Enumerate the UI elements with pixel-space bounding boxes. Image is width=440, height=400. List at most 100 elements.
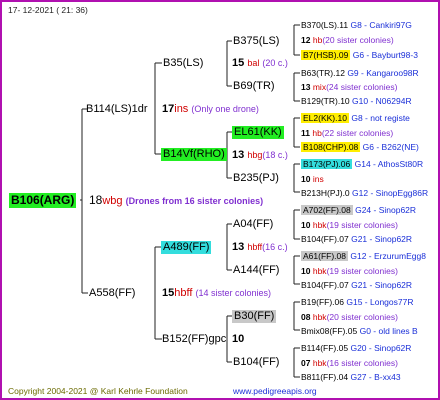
gen3-b30-queen: B30(FF)	[232, 310, 277, 323]
dam-mating-note: (14 sister colonies)	[195, 288, 271, 298]
gen4-mating-row: 12 hb(20 sister colonies)	[301, 34, 394, 47]
gen4-drone-count: 07	[301, 358, 311, 368]
gen4-pedigree-ref: G6 - B262(NE)	[362, 142, 419, 152]
gen4-queen-row: B213H(PJ).0 G12 - SinopEgg86R	[301, 187, 428, 200]
gen2-b14-drone-count: 13	[232, 149, 245, 161]
gen4-mating-note: (20 sister colonies)	[322, 35, 394, 45]
gen4-queen-id: B19(FF).06	[301, 297, 344, 307]
gen4-queen-row: B104(FF).07 G21 - Sinop62R	[301, 233, 412, 246]
gen4-drone-count: 10	[301, 174, 311, 184]
website-link[interactable]: www.pedigreeapis.org	[233, 385, 317, 398]
gen4-pedigree-ref: G10 - N06294R	[352, 96, 412, 106]
gen2-b35-code: bal	[247, 58, 260, 68]
gen4-queen-id: B114(FF).05	[301, 343, 349, 353]
gen2-b35-note: (20 c.)	[262, 58, 288, 68]
gen2-a489-code: hbff	[247, 242, 263, 252]
gen4-pedigree-ref: G8 - Cankiri97G	[350, 20, 412, 30]
gen4-mating-row: 13 mix(24 sister colonies)	[301, 81, 397, 94]
gen3-b235-queen: B235(PJ)	[233, 172, 279, 184]
root-mating-code: wbg	[102, 195, 123, 207]
gen2-b152-queen: B152(FF)gpc	[162, 333, 227, 345]
gen4-pedigree-ref: G27 - B-xx43	[350, 372, 401, 382]
sire-mating-code: ins	[174, 103, 189, 115]
root-queen: B106(ARG)	[9, 193, 77, 208]
gen2-b14-note: (18 c.)	[262, 150, 288, 160]
gen4-mating-note: (24 sister colonies)	[326, 82, 398, 92]
gen4-pedigree-ref: G6 - Bayburt98-3	[352, 50, 418, 60]
gen4-mating-code: hb	[312, 128, 322, 138]
gen4-drone-count: 12	[301, 35, 311, 45]
gen2-b14-queen: B14Vf(RHO)	[161, 148, 227, 161]
gen4-queen-row: B19(FF).06 G15 - Longos77R	[301, 296, 413, 309]
gen3-a04-queen: A04(FF)	[233, 218, 274, 230]
dam-mating-code: hbff	[174, 287, 193, 299]
gen4-queen-id: B7(HSB).09	[301, 50, 351, 60]
gen4-pedigree-ref: G15 - Longos77R	[346, 297, 414, 307]
gen4-queen-id: B63(TR).12	[301, 68, 345, 78]
gen4-queen-row: B63(TR).12 G9 - Kangaroo98R	[301, 67, 419, 80]
gen4-mating-note: (22 sister colonies)	[321, 128, 394, 138]
dam-drone-count: 15	[162, 287, 175, 299]
gen4-queen-row: B7(HSB).09 G6 - Bayburt98-3	[301, 49, 418, 62]
gen4-queen-id: B104(FF).07	[301, 234, 349, 244]
gen4-mating-code: ins	[312, 174, 324, 184]
gen4-pedigree-ref: G20 - Sinop62R	[350, 343, 412, 353]
gen4-mating-code: hbk	[312, 220, 327, 230]
gen4-mating-row: 10 hbk(19 sister colonies)	[301, 219, 398, 232]
gen4-drone-count: 10	[301, 266, 311, 276]
gen4-pedigree-ref: G12 - SinopEgg86R	[352, 188, 429, 198]
gen4-mating-row: 10 ins	[301, 173, 324, 186]
gen4-mating-note: (19 sister colonies)	[326, 220, 398, 230]
gen2-b35-queen: B35(LS)	[163, 57, 204, 69]
gen4-queen-id: Bmix08(FF).05	[301, 326, 358, 336]
gen4-mating-note: (16 sister colonies)	[326, 358, 398, 368]
gen4-drone-count: 08	[301, 312, 311, 322]
gen2-a489-queen: A489(FF)	[161, 241, 212, 254]
pedigree-chart: 17- 12-2021 ( 21: 36) B106(ARG) 18wbg (D…	[0, 0, 440, 400]
report-date: 17- 12-2021 ( 21: 36)	[8, 5, 88, 15]
gen4-queen-row: B370(LS).11 G8 - Cankiri97G	[301, 19, 412, 32]
gen4-queen-id: B370(LS).11	[301, 20, 349, 30]
gen4-queen-row: Bmix08(FF).05 G0 - old lines B	[301, 325, 418, 338]
gen3-a144-queen: A144(FF)	[233, 264, 280, 276]
root-mating-info: 18wbg (Drones from 16 sister colonies)	[89, 194, 263, 208]
gen2-a489-note: (16 c.)	[262, 242, 288, 252]
gen4-mating-row: 08 hbk(20 sister colonies)	[301, 311, 398, 324]
gen4-queen-id: EL2(KK).10	[301, 113, 349, 123]
gen4-drone-count: 13	[301, 82, 311, 92]
gen4-queen-row: B104(FF).07 G21 - Sinop62R	[301, 279, 412, 292]
gen4-mating-row: 07 hbk(16 sister colonies)	[301, 357, 398, 370]
gen4-mating-code: mix	[312, 82, 327, 92]
gen2-b14-code: hbg	[247, 150, 263, 160]
gen4-mating-code: hbk	[312, 266, 327, 276]
root-mating-note: (Drones from 16 sister colonies)	[125, 196, 264, 206]
gen4-queen-id: B104(FF).07	[301, 280, 349, 290]
gen4-queen-id: A61(FF).08	[301, 251, 348, 261]
gen2-a489-drone-count: 13	[232, 241, 245, 253]
dam-mating-info: 15hbff (14 sister colonies)	[162, 287, 271, 300]
gen4-pedigree-ref: G0 - old lines B	[359, 326, 418, 336]
gen4-mating-row: 10 hbk(19 sister colonies)	[301, 265, 398, 278]
dam-queen: A558(FF)	[89, 287, 136, 299]
gen4-mating-code: hbk	[312, 312, 327, 322]
gen4-queen-id: B173(PJ).06	[301, 159, 353, 169]
gen4-queen-row: B811(FF).04 G27 - B-xx43	[301, 371, 401, 384]
gen4-queen-id: B108(CHP).08	[301, 142, 361, 152]
gen4-drone-count: 10	[301, 220, 311, 230]
gen2-b152-drone-count: 10	[232, 333, 245, 345]
gen4-mating-row: 11 hb(22 sister colonies)	[301, 127, 393, 140]
sire-mating-note: (Only one drone)	[191, 104, 259, 114]
gen4-pedigree-ref: G12 - ErzurumEgg8	[350, 251, 426, 261]
gen4-queen-row: A61(FF).08 G12 - ErzurumEgg8	[301, 250, 426, 263]
gen4-queen-row: B173(PJ).06 G14 - AthosSt80R	[301, 158, 423, 171]
root-drone-count: 18	[89, 193, 103, 207]
gen2-b14-mating: 13 hbg(18 c.)	[232, 149, 288, 162]
gen4-pedigree-ref: G21 - Sinop62R	[351, 280, 413, 290]
gen4-queen-id: A702(FF).08	[301, 205, 353, 215]
sire-drone-count: 17	[162, 103, 175, 115]
gen4-queen-row: A702(FF).08 G24 - Sinop62R	[301, 204, 416, 217]
gen4-pedigree-ref: G14 - AthosSt80R	[354, 159, 424, 169]
gen4-pedigree-ref: G24 - Sinop62R	[355, 205, 417, 215]
gen4-pedigree-ref: G8 - not registe	[351, 113, 410, 123]
gen4-queen-row: B108(CHP).08 G6 - B262(NE)	[301, 141, 419, 154]
